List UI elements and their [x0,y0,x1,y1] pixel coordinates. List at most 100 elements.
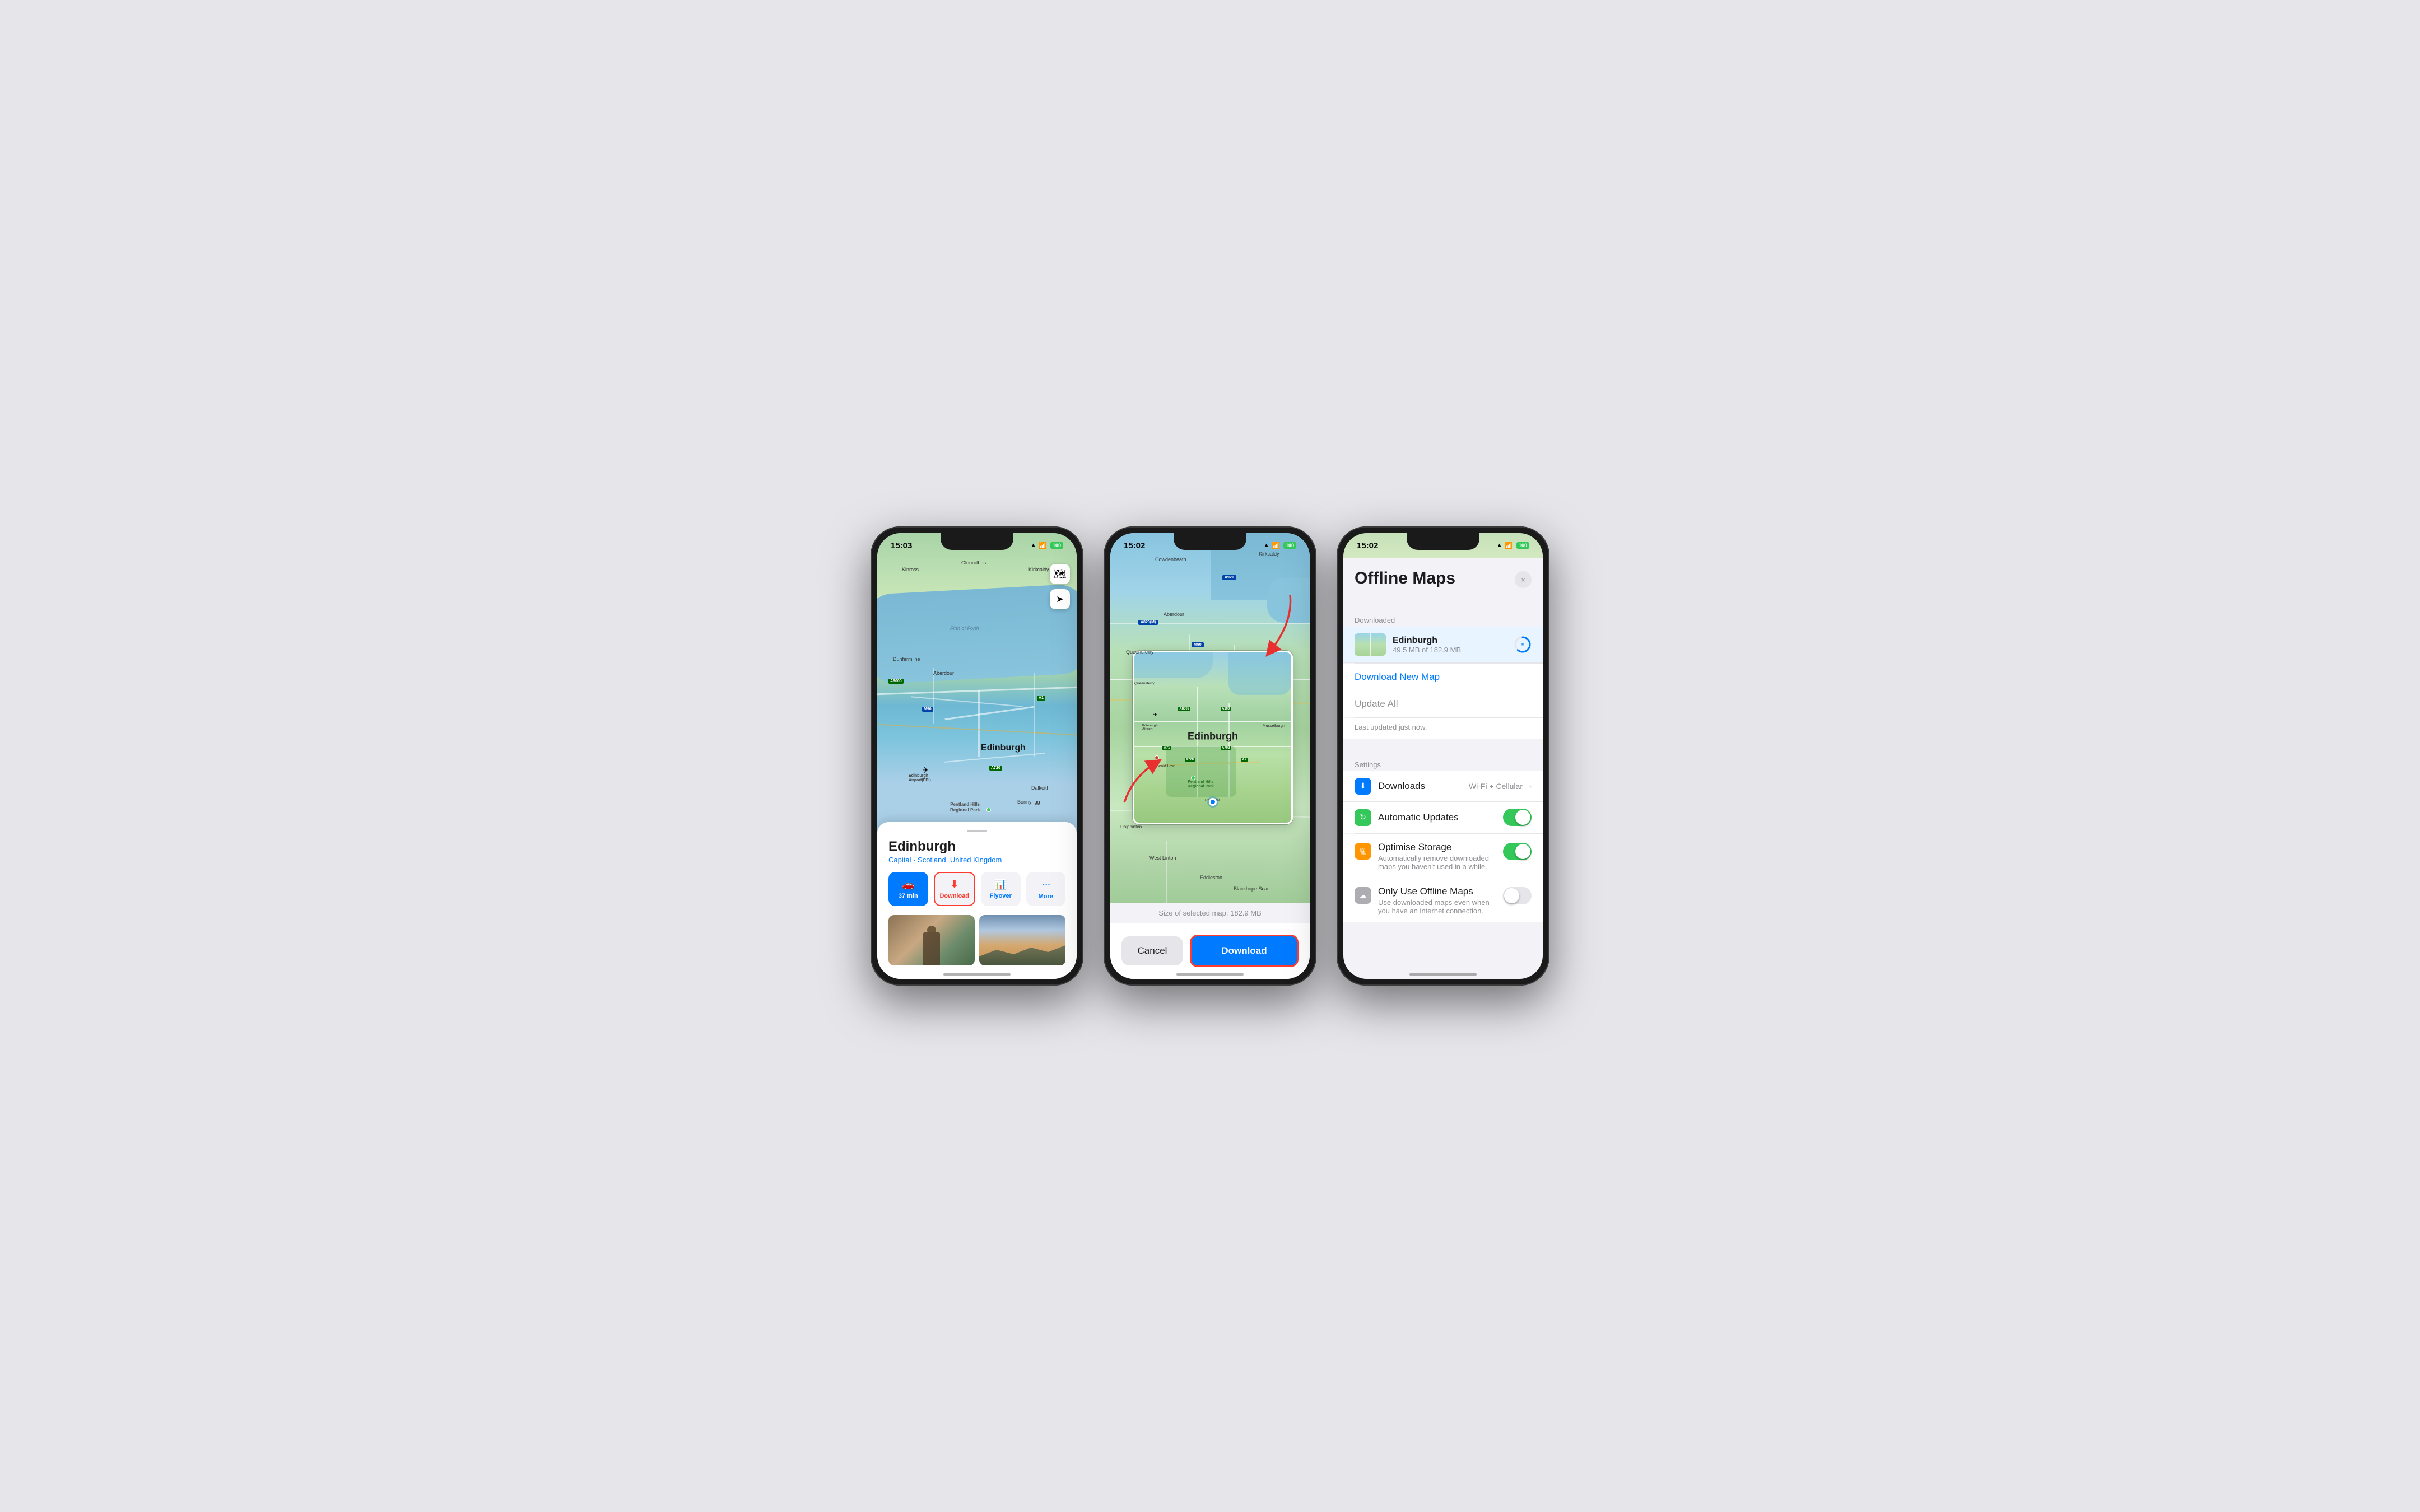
optimise-toggle[interactable] [1503,843,1532,860]
airport-label-inner: EdinburghAirport [1142,724,1158,731]
settings-row-downloads[interactable]: ⬇ Downloads Wi-Fi + Cellular › [1343,771,1543,802]
road-badge-a720b: A720 [989,766,1002,771]
more-button[interactable]: ··· More [1026,872,1066,906]
photos-row [888,915,1065,965]
edinburgh-map-thumb [1355,633,1386,656]
place-subtitle: Capital · Scotland, United Kingdom [888,856,1065,864]
directions-label: 37 min [899,893,918,899]
battery-3: 100 [1516,542,1529,549]
location-icon-1: ▲ [1030,542,1036,549]
toggle-knob-optimise [1515,844,1530,859]
settings-row-optimise[interactable]: 🗜 Optimise Storage Automatically remove … [1343,834,1543,878]
offline-only-toggle[interactable] [1503,887,1532,904]
download-new-map-label: Download New Map [1355,671,1440,683]
pentland-label-inner: Pentland HillsRegional Park [1178,780,1223,788]
badge-a7-inner: A7 [1241,758,1248,762]
water-inner [1228,652,1291,695]
dolphinton-label: Dolphinton [1120,824,1142,829]
size-label: Size of selected map: 182.9 MB [1110,903,1310,923]
update-all-row[interactable]: Update All [1343,690,1543,717]
map-item-size: 49.5 MB of 182.9 MB [1393,646,1514,654]
download-label-1: Download [939,893,969,899]
hill-silhouette [979,943,1065,965]
optimise-text-container: Optimise Storage Automatically remove do… [1378,842,1503,871]
road-a1 [877,687,1077,695]
aberdour-label-2: Aberdour [1164,612,1184,617]
download-button-2[interactable]: Download [1190,935,1299,967]
settings-row-offline-only[interactable]: ☁ Only Use Offline Maps Use downloaded m… [1343,878,1543,922]
flyover-button[interactable]: 📊 Flyover [981,872,1021,906]
badge-a8002-inner: A8002 [1178,707,1190,711]
download-arrow-icon: ⬇ [1360,781,1366,791]
home-indicator-3[interactable] [1409,973,1477,976]
edinburgh-map-item[interactable]: Edinburgh 49.5 MB of 182.9 MB ⏸ [1343,627,1543,663]
phone-3-screen: 15:02 ▲ 📶 100 Offline Maps × Downloaded [1343,533,1543,979]
close-icon: × [1521,576,1525,584]
place-subtitle-pre: Capital · [888,856,918,864]
time-1: 15:03 [891,541,912,550]
section-gap-1 [1343,739,1543,756]
map-thumb-inner [1355,633,1386,656]
download-new-map-row[interactable]: Download New Map [1343,664,1543,690]
pentland-hills-label: Pentland HillsRegional Park [950,802,980,813]
download-icon-1: ⬇ [950,879,958,890]
downloaded-section-header: Downloaded [1343,612,1543,627]
settings-row-auto-updates[interactable]: ↻ Automatic Updates [1343,802,1543,833]
cancel-button[interactable]: Cancel [1121,936,1183,965]
close-button[interactable]: × [1515,571,1532,588]
dunfermline-label: Dunfermline [893,656,920,662]
offline-header: Offline Maps × [1343,558,1543,595]
location-arrow-icon: ➤ [1056,594,1063,605]
road-badge-m90: M90 [922,707,933,712]
selection-rectangle[interactable]: Pentland HillsRegional Park ✈ EdinburghA… [1133,651,1293,824]
status-icons-2: ▲ 📶 100 [1263,542,1296,549]
download-button-1[interactable]: ⬇ Download [934,872,976,906]
status-icons-1: ▲ 📶 100 [1030,542,1063,549]
home-indicator-1[interactable] [943,973,1011,976]
downloads-label: Downloads [1378,781,1469,792]
last-updated-container: Last updated just now. [1343,718,1543,739]
kirkcaldy-label: Kirkcaldy [1028,567,1049,572]
auto-updates-toggle[interactable] [1503,809,1532,826]
scald-law-label: Scald Law [1156,764,1174,768]
pause-icon: ⏸ [1521,642,1524,648]
road-badge-a9000: A9000 [888,679,904,684]
map-background-1[interactable]: ✈ EdinburghAirport(EDI) Pentland HillsRe… [877,533,1077,847]
water-inner-2 [1134,652,1213,678]
optimise-sub: Automatically remove downloaded maps you… [1378,854,1503,871]
dalkeith-label: Dalkeith [1031,785,1050,791]
home-indicator-2[interactable] [1176,973,1244,976]
notch-3 [1407,533,1479,550]
blackhope-label: Blackhope Scar [1234,886,1269,892]
toggle-knob-auto [1515,810,1530,825]
offline-only-text-container: Only Use Offline Maps Use downloaded map… [1378,886,1503,915]
aberdour-label: Aberdour [933,670,954,676]
place-name: Edinburgh [888,839,1065,855]
offline-content[interactable]: Downloaded Edinburgh 49.5 MB of 182.9 MB [1343,612,1543,979]
road-a702 [944,753,1045,763]
thumb-road-v [1370,633,1371,656]
badge-a921: A921 [1222,575,1236,580]
location-button-1[interactable]: ➤ [1050,589,1070,609]
cloud-icon: ☁ [1360,892,1366,899]
place-panel: Edinburgh Capital · Scotland, United Kin… [877,822,1077,979]
phone-3: 15:02 ▲ 📶 100 Offline Maps × Downloaded [1337,526,1549,986]
last-updated-text: Last updated just now. [1355,723,1427,731]
badge-a823m: A823(M) [1138,620,1158,625]
map-background-2[interactable]: A921 A823(M) M90 A8002 A100 A702 A7 Cowd… [1110,533,1310,923]
directions-button[interactable]: 🚗 37 min [888,872,928,906]
wifi-icon-1: 📶 [1039,542,1047,549]
action-buttons-row: 🚗 37 min ⬇ Download 📊 Flyover ··· More [888,872,1065,906]
photo-1[interactable] [888,915,975,965]
kinross-label: Kinross [902,567,919,572]
auto-updates-icon: ↻ [1355,809,1371,826]
battery-1: 100 [1050,542,1063,549]
phone-2-screen: 15:02 ▲ 📶 100 A921 A823(M) M90 [1110,533,1310,979]
edinburgh-main-label: Edinburgh [981,743,1026,753]
badge-a702-inner: A702 [1221,746,1231,750]
eddleston-label: Eddleston [1200,875,1222,880]
inner-road-h1 [1134,721,1291,722]
photo-2[interactable] [979,915,1065,965]
map-type-button[interactable]: 🗺 [1050,564,1070,584]
glenrothes-label: Glenrothes [961,560,986,566]
